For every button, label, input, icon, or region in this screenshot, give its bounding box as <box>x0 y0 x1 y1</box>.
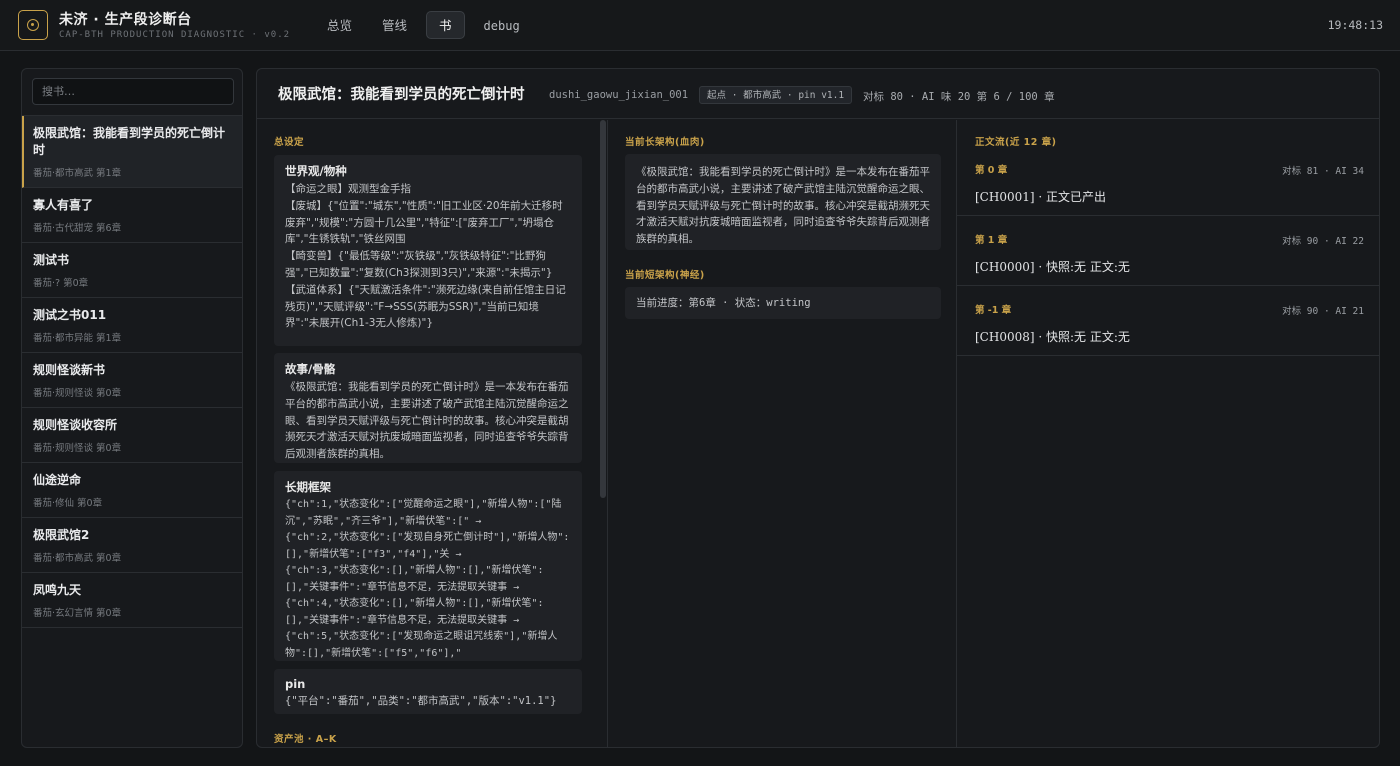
book-search-input[interactable] <box>32 78 234 105</box>
book-detail-panel: 极限武馆：我能看到学员的死亡倒计时 dushi_gaowu_jixian_001… <box>256 68 1380 748</box>
book-name: 极限武馆2 <box>33 528 90 542</box>
short-arch-body: 当前进度：第6章 · 状态：writing <box>636 297 811 309</box>
long-arch-label: 当前长架构(血肉) <box>625 137 705 148</box>
book-list-item[interactable]: 寡人有喜了 番茄·古代甜宠 第6章 <box>22 188 242 243</box>
book-meta: 番茄·古代甜宠 第6章 <box>33 223 122 234</box>
card-body: 【命运之眼】观测型金手指 【废城】{"位置":"城东","性质":"旧工业区·2… <box>285 183 566 330</box>
chapter-score: 对标 90 · AI 22 <box>1282 236 1364 247</box>
chapter-label: 第 0 章 <box>975 165 1008 176</box>
book-stats: 对标 80 · AI 味 20 第 6 / 100 章 <box>863 91 1055 103</box>
book-name: 规则怪谈新书 <box>33 363 106 377</box>
book-meta: 番茄·? 第0章 <box>33 278 89 289</box>
card-title: pin <box>285 677 306 691</box>
book-list-item[interactable]: 凤鸣九天 番茄·玄幻言情 第0章 <box>22 573 242 628</box>
chapter-text: [CH0001] · 正文已产出 <box>975 190 1106 204</box>
long-arch-card: 《极限武馆：我能看到学员的死亡倒计时》是一本发布在番茄平台的都市高武小说，主要讲… <box>625 154 941 250</box>
book-list-item[interactable]: 极限武馆2 番茄·都市高武 第0章 <box>22 518 242 573</box>
chapter-text: [CH0000] · 快照:无 正文:无 <box>975 260 1130 274</box>
settings-card-world: 世界观/物种 【命运之眼】观测型金手指 【废城】{"位置":"城东","性质":… <box>274 155 582 346</box>
card-title: 世界观/物种 <box>285 164 347 178</box>
settings-label: 总设定 <box>274 137 305 148</box>
chapter-list: 第 0 章 对标 81 · AI 34 [CH0001] · 正文已产出 第 1… <box>957 146 1379 356</box>
book-name: 测试之书011 <box>33 308 107 322</box>
chapter-text: [CH0008] · 快照:无 正文:无 <box>975 330 1130 344</box>
book-meta: 番茄·修仙 第0章 <box>33 498 103 509</box>
card-title: 故事/骨骼 <box>285 362 336 376</box>
chapter-score: 对标 90 · AI 21 <box>1282 306 1364 317</box>
book-list-item[interactable]: 测试之书011 番茄·都市异能 第1章 <box>22 298 242 353</box>
chapter-item[interactable]: 第 1 章 对标 90 · AI 22 [CH0000] · 快照:无 正文:无 <box>957 216 1379 286</box>
book-meta: 番茄·都市高武 第0章 <box>33 553 122 564</box>
tab-overview[interactable]: 总览 <box>316 11 363 39</box>
app-title: 未济 · 生产段诊断台 <box>59 12 192 28</box>
top-bar: 未济 · 生产段诊断台 CAP-BTH PRODUCTION DIAGNOSTI… <box>0 0 1400 51</box>
text-stream-column: 正文流(近 12 章) 第 0 章 对标 81 · AI 34 [CH0001]… <box>957 120 1379 747</box>
book-meta: 番茄·都市异能 第1章 <box>33 333 122 344</box>
book-list-item[interactable]: 规则怪谈收容所 番茄·规则怪谈 第0章 <box>22 408 242 463</box>
book-list-item[interactable]: 规则怪谈新书 番茄·规则怪谈 第0章 <box>22 353 242 408</box>
book-title: 极限武馆：我能看到学员的死亡倒计时 <box>278 87 525 103</box>
book-name: 极限武馆：我能看到学员的死亡倒计时 <box>33 126 226 157</box>
short-arch-card: 当前进度：第6章 · 状态：writing <box>625 287 941 319</box>
book-name: 凤鸣九天 <box>33 583 82 597</box>
book-id: dushi_gaowu_jixian_001 <box>549 89 689 101</box>
chapter-label: 第 -1 章 <box>975 305 1012 316</box>
book-meta: 番茄·规则怪谈 第0章 <box>33 443 122 454</box>
book-meta: 番茄·玄幻言情 第0章 <box>33 608 122 619</box>
asset-pool-label: 资产池 · A–K <box>274 734 337 745</box>
book-meta: 番茄·都市高武 第1章 <box>33 168 122 179</box>
book-list-item[interactable]: 极限武馆：我能看到学员的死亡倒计时 番茄·都市高武 第1章 <box>22 116 242 188</box>
book-list: 极限武馆：我能看到学员的死亡倒计时 番茄·都市高武 第1章 寡人有喜了 番茄·古… <box>22 115 242 628</box>
chapter-score: 对标 81 · AI 34 <box>1282 166 1364 177</box>
book-header: 极限武馆：我能看到学员的死亡倒计时 dushi_gaowu_jixian_001… <box>257 69 1379 119</box>
tab-debug[interactable]: debug <box>473 11 531 39</box>
chapter-label: 第 1 章 <box>975 235 1008 246</box>
short-arch-label: 当前短架构(神经) <box>625 270 705 281</box>
target-ring-icon <box>27 19 39 31</box>
book-list-item[interactable]: 测试书 番茄·? 第0章 <box>22 243 242 298</box>
settings-scrollbar[interactable] <box>600 120 606 498</box>
platform-tag: 起点 · 都市高武 · pin v1.1 <box>699 86 853 104</box>
card-body: {"平台":"番茄","品类":"都市高武","版本":"v1.1"} <box>285 695 557 707</box>
book-meta: 番茄·规则怪谈 第0章 <box>33 388 122 399</box>
settings-card-pin: pin {"平台":"番茄","品类":"都市高武","版本":"v1.1"} <box>274 669 582 714</box>
settings-card-story: 故事/骨骼 《极限武馆：我能看到学员的死亡倒计时》是一本发布在番茄平台的都市高武… <box>274 353 582 463</box>
long-arch-body: 《极限武馆：我能看到学员的死亡倒计时》是一本发布在番茄平台的都市高武小说，主要讲… <box>636 166 930 246</box>
settings-column[interactable]: 总设定 世界观/物种 【命运之眼】观测型金手指 【废城】{"位置":"城东","… <box>257 120 597 747</box>
book-name: 寡人有喜了 <box>33 198 94 212</box>
card-body: 《极限武馆：我能看到学员的死亡倒计时》是一本发布在番茄平台的都市高武小说，主要讲… <box>285 381 569 461</box>
tab-pipeline[interactable]: 管线 <box>371 11 418 39</box>
book-name: 规则怪谈收容所 <box>33 418 118 432</box>
settings-card-framework: 长期框架 {"ch":1,"状态变化":["觉醒命运之眼"],"新增人物":["… <box>274 471 582 661</box>
architecture-column: 当前长架构(血肉) 《极限武馆：我能看到学员的死亡倒计时》是一本发布在番茄平台的… <box>607 120 957 747</box>
app-subtitle: CAP-BTH PRODUCTION DIAGNOSTIC · v0.2 <box>59 30 291 40</box>
book-name: 仙途逆命 <box>33 473 82 487</box>
card-body: {"ch":1,"状态变化":["觉醒命运之眼"],"新增人物":["陆沉","… <box>285 499 570 659</box>
book-name: 测试书 <box>33 253 70 267</box>
book-sidebar: 极限武馆：我能看到学员的死亡倒计时 番茄·都市高武 第1章 寡人有喜了 番茄·古… <box>21 68 243 748</box>
book-list-item[interactable]: 仙途逆命 番茄·修仙 第0章 <box>22 463 242 518</box>
tab-books[interactable]: 书 <box>426 11 465 39</box>
clock: 19:48:13 <box>1327 18 1383 32</box>
card-title: 长期框架 <box>285 480 331 494</box>
main-nav: 总览 管线 书 debug <box>316 11 531 39</box>
chapter-item[interactable]: 第 -1 章 对标 90 · AI 21 [CH0008] · 快照:无 正文:… <box>957 286 1379 356</box>
app-logo <box>18 10 48 40</box>
chapter-item[interactable]: 第 0 章 对标 81 · AI 34 [CH0001] · 正文已产出 <box>957 146 1379 216</box>
